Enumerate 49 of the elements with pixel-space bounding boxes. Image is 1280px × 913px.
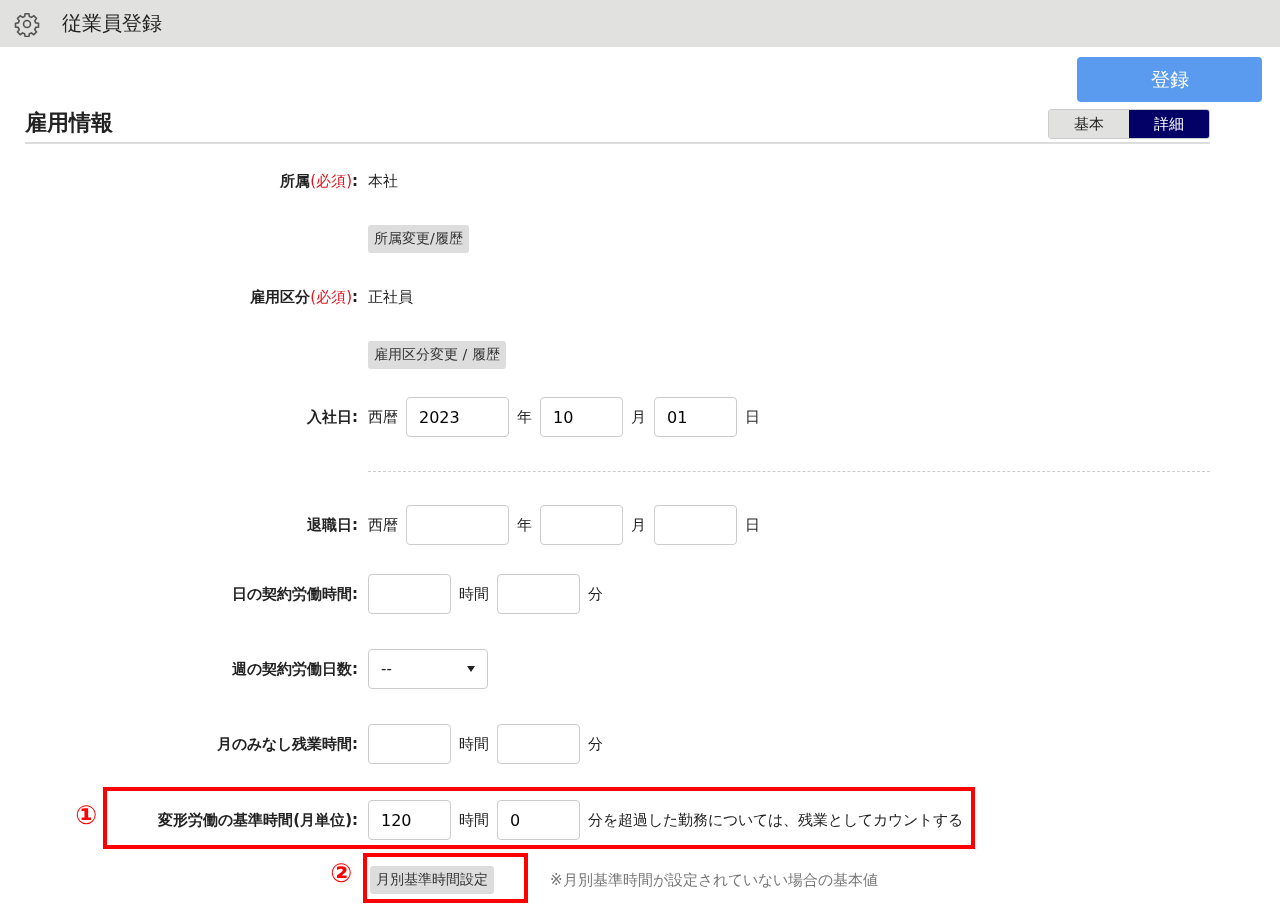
field-label: 変形労働の基準時間(月単位): [158, 810, 358, 830]
unit-label: 分 [588, 734, 603, 754]
unit-label: 月 [631, 407, 646, 427]
unit-label: 時間 [459, 734, 489, 754]
field-label: 週の契約労働日数: [232, 659, 358, 679]
field-value: 正社員 [368, 287, 413, 307]
unit-label: 時間 [459, 584, 489, 604]
day-input[interactable] [654, 505, 737, 545]
minutes-input[interactable] [497, 724, 580, 764]
unit-label: 日 [745, 515, 760, 535]
era-label: 西暦 [368, 407, 398, 427]
view-tab[interactable]: 詳細 [1129, 110, 1209, 138]
history-button[interactable]: 雇用区分変更 / 履歴 [368, 341, 506, 369]
era-label: 西暦 [368, 515, 398, 535]
field-value: 本社 [368, 171, 398, 191]
day-input[interactable]: 01 [654, 397, 737, 437]
page-title: 従業員登録 [62, 10, 162, 37]
unit-label: 時間 [459, 810, 489, 830]
caret-icon [467, 666, 475, 672]
annotation-marker: ① [75, 800, 97, 830]
minutes-input[interactable] [497, 574, 580, 614]
field-label: 入社日: [307, 407, 358, 427]
annotation-marker: ② [330, 858, 352, 888]
unit-label: 年 [517, 407, 532, 427]
field-label: 退職日: [307, 515, 358, 535]
settings-icon[interactable] [14, 10, 40, 37]
field-label: 月のみなし残業時間: [217, 734, 358, 754]
hours-input[interactable] [368, 574, 451, 614]
unit-label: 年 [517, 515, 532, 535]
year-input[interactable]: 2023 [406, 397, 509, 437]
unit-label: 日 [745, 407, 760, 427]
field-label: 雇用区分(必須): [250, 287, 358, 307]
hours-input[interactable] [368, 724, 451, 764]
monthly-settings-button[interactable]: 月別基準時間設定 [370, 866, 494, 894]
view-tab[interactable]: 基本 [1049, 110, 1129, 138]
unit-label: 月 [631, 515, 646, 535]
minutes-input[interactable]: 0 [497, 800, 580, 840]
field-label: 日の契約労働時間: [232, 584, 358, 604]
note-text: ※月別基準時間が設定されていない場合の基本値 [550, 870, 878, 890]
overtime-description: 分を超過した勤務については、残業としてカウントする [588, 810, 963, 830]
month-input[interactable]: 10 [540, 397, 623, 437]
hours-input[interactable]: 120 [368, 800, 451, 840]
history-button[interactable]: 所属変更/履歴 [368, 225, 469, 253]
unit-label: 分 [588, 584, 603, 604]
field-label: 所属(必須): [280, 171, 358, 191]
month-input[interactable] [540, 505, 623, 545]
section-title: 雇用情報 [25, 109, 113, 137]
days-select[interactable]: -- [368, 649, 488, 689]
year-input[interactable] [406, 505, 509, 545]
